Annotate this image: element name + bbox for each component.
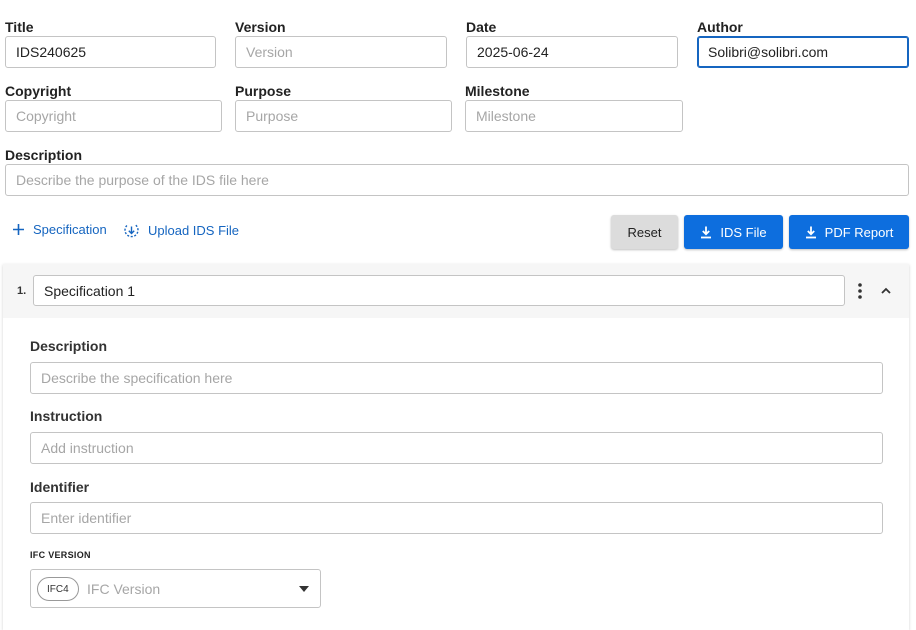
spec-description-field[interactable] — [30, 362, 883, 394]
title-field[interactable] — [5, 36, 216, 68]
title-label: Title — [5, 19, 34, 35]
chevron-up-icon[interactable] — [879, 284, 893, 298]
ifc4-chip-label: IFC4 — [47, 583, 69, 595]
date-label: Date — [466, 19, 497, 35]
plus-icon — [12, 223, 25, 236]
ifc-version-placeholder: IFC Version — [87, 581, 161, 597]
ids-file-button[interactable]: IDS File — [684, 215, 783, 249]
download-icon — [805, 226, 817, 239]
spec-description-label: Description — [30, 338, 108, 354]
specification-name-field[interactable] — [33, 275, 845, 306]
upload-ids-button[interactable]: Upload IDS File — [123, 222, 239, 239]
identifier-field[interactable] — [30, 502, 883, 534]
pdf-report-button[interactable]: PDF Report — [789, 215, 909, 249]
ifc-version-select[interactable]: IFC4 IFC Version — [30, 569, 321, 608]
instruction-field[interactable] — [30, 432, 883, 464]
author-label: Author — [697, 19, 743, 35]
copyright-label: Copyright — [5, 83, 72, 99]
purpose-field[interactable] — [235, 100, 452, 132]
author-field[interactable] — [697, 36, 909, 68]
date-field[interactable] — [466, 36, 678, 68]
upload-icon — [123, 222, 140, 239]
milestone-label: Milestone — [465, 83, 530, 99]
reset-label: Reset — [627, 224, 662, 240]
download-icon — [700, 226, 712, 239]
identifier-label: Identifier — [30, 479, 90, 495]
add-specification-label: Specification — [33, 222, 107, 237]
milestone-field[interactable] — [465, 100, 683, 132]
ids-file-label: IDS File — [720, 224, 767, 240]
specification-header: 1. — [3, 264, 909, 318]
description-label: Description — [5, 147, 83, 163]
add-specification-button[interactable]: Specification — [12, 222, 107, 237]
copyright-field[interactable] — [5, 100, 222, 132]
version-field[interactable] — [235, 36, 447, 68]
instruction-label: Instruction — [30, 408, 103, 424]
version-label: Version — [235, 19, 286, 35]
upload-ids-label: Upload IDS File — [148, 223, 240, 238]
description-field[interactable] — [5, 164, 909, 196]
specification-panel: 1. Description Instruction Identifier IF… — [3, 264, 909, 630]
pdf-report-label: PDF Report — [824, 224, 894, 240]
purpose-label: Purpose — [235, 83, 292, 99]
dropdown-arrow-icon — [299, 586, 309, 592]
ifc-version-label: IFC VERSION — [30, 550, 91, 560]
more-vert-icon[interactable] — [852, 282, 868, 300]
reset-button[interactable]: Reset — [611, 215, 678, 249]
specification-number: 1. — [17, 285, 27, 297]
ifc4-chip[interactable]: IFC4 — [37, 577, 79, 601]
